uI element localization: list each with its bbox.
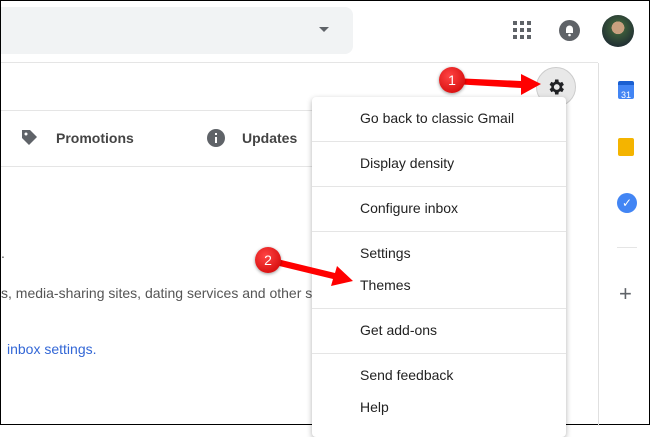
search-bar[interactable] [1, 7, 353, 54]
body-text: s, media-sharing sites, dating services … [1, 285, 321, 301]
menu-item-get-addons[interactable]: Get add-ons [360, 322, 437, 338]
tab-promotions[interactable]: Promotions [56, 130, 134, 146]
side-panel-divider [598, 63, 599, 426]
search-options-icon[interactable] [319, 27, 329, 32]
menu-item-classic-gmail[interactable]: Go back to classic Gmail [360, 110, 514, 126]
menu-item-help[interactable]: Help [360, 399, 389, 415]
annotation-badge-1: 1 [439, 67, 465, 93]
inbox-settings-link[interactable]: inbox settings. [7, 341, 97, 357]
avatar[interactable] [602, 15, 634, 47]
tab-updates[interactable]: Updates [242, 130, 297, 146]
menu-item-themes[interactable]: Themes [360, 277, 411, 293]
calendar-day: 31 [620, 90, 631, 100]
arrow-1 [453, 74, 541, 95]
tag-icon [22, 130, 37, 145]
menu-item-send-feedback[interactable]: Send feedback [360, 367, 453, 383]
menu-item-configure-inbox[interactable]: Configure inbox [360, 200, 458, 216]
menu-item-settings[interactable]: Settings [360, 245, 411, 261]
info-icon [207, 129, 225, 147]
keep-icon[interactable] [618, 138, 634, 156]
gear-icon[interactable] [546, 77, 566, 97]
apps-grid-icon[interactable] [513, 21, 531, 39]
settings-menu: Go back to classic Gmail Display density… [312, 97, 566, 437]
tasks-icon[interactable]: ✓ [617, 193, 637, 213]
menu-item-display-density[interactable]: Display density [360, 155, 454, 171]
annotation-badge-2: 2 [255, 247, 281, 273]
body-text: . [1, 245, 5, 261]
add-addon-icon[interactable]: + [619, 281, 632, 307]
notifications-icon[interactable] [559, 20, 580, 41]
calendar-icon[interactable]: 31 [618, 81, 634, 100]
